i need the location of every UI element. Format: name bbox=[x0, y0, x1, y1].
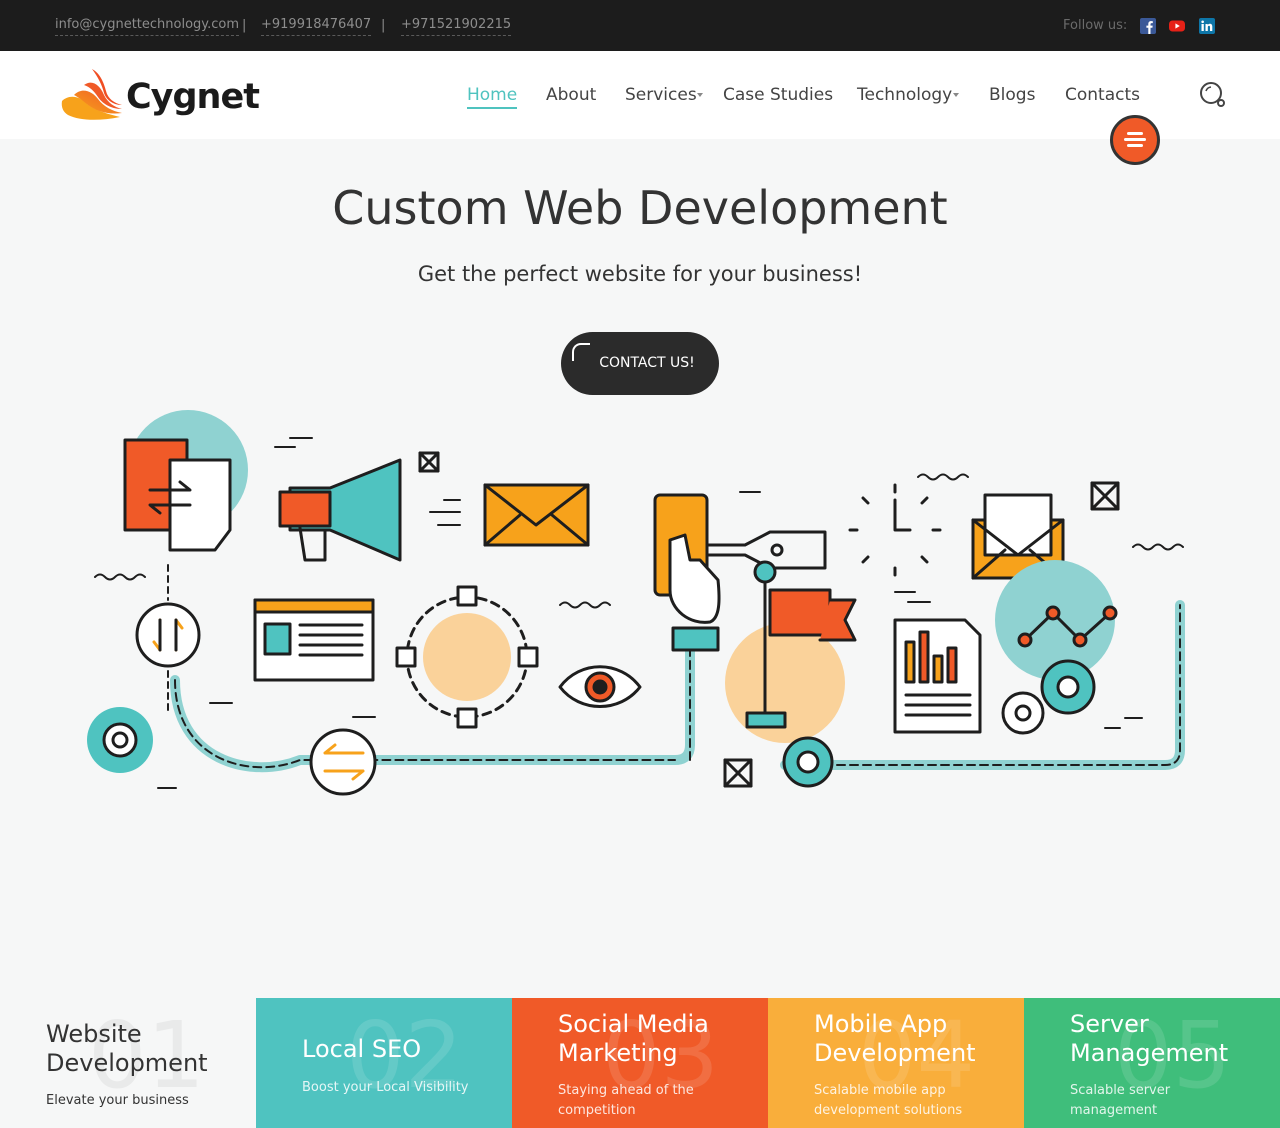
service-title: Local SEO bbox=[302, 1035, 422, 1063]
nav-contacts[interactable]: Contacts bbox=[1065, 84, 1140, 106]
service-subtitle: Scalable mobile app development solution… bbox=[814, 1083, 963, 1118]
nav-blogs[interactable]: Blogs bbox=[989, 84, 1035, 106]
menu-toggle-button[interactable] bbox=[1110, 115, 1160, 165]
chevron-down-icon[interactable] bbox=[697, 93, 703, 97]
separator: | bbox=[242, 18, 247, 33]
service-tile-social-media-marketing[interactable]: 03 Social Media Marketing Staying ahead o… bbox=[512, 998, 768, 1128]
service-tile-mobile-app-development[interactable]: 04 Mobile App Development Scalable mobile… bbox=[768, 998, 1024, 1128]
contact-us-button[interactable]: CONTACT US! bbox=[561, 332, 719, 395]
service-title: Social Media Marketing bbox=[558, 1010, 709, 1067]
service-subtitle: Scalable server management bbox=[1070, 1083, 1171, 1118]
service-subtitle: Elevate your business bbox=[46, 1093, 189, 1108]
phone1-link[interactable]: +919918476407 bbox=[261, 16, 372, 36]
service-tile-local-seo[interactable]: 02 Local SEO Boost your Local Visibility bbox=[256, 998, 512, 1128]
service-title: Mobile App Development bbox=[814, 1010, 976, 1067]
nav-technology[interactable]: Technology bbox=[857, 84, 952, 106]
chevron-down-icon[interactable] bbox=[953, 93, 959, 97]
nav-about[interactable]: About bbox=[546, 84, 596, 106]
separator: | bbox=[381, 18, 386, 33]
service-subtitle: Boost your Local Visibility bbox=[302, 1080, 469, 1095]
hero-title: Custom Web Development bbox=[332, 181, 948, 235]
service-title: Server Management bbox=[1070, 1010, 1229, 1067]
email-link[interactable]: info@cygnettechnology.com bbox=[55, 16, 240, 36]
hero-illustration bbox=[87, 410, 1185, 796]
service-tile-server-management[interactable]: 05 Server Management Scalable server mana… bbox=[1024, 998, 1280, 1128]
facebook-icon[interactable] bbox=[1140, 18, 1156, 34]
linkedin-icon[interactable] bbox=[1199, 18, 1215, 34]
service-title: Website Development bbox=[46, 1020, 208, 1077]
service-tile-website-development[interactable]: 01 Website Development Elevate your busin… bbox=[0, 998, 256, 1128]
nav-services[interactable]: Services bbox=[625, 84, 697, 106]
follow-label: Follow us: bbox=[1063, 18, 1128, 33]
phone2-link[interactable]: +971521902215 bbox=[401, 16, 512, 36]
logo-text[interactable]: Cygnet bbox=[126, 75, 260, 119]
youtube-icon[interactable] bbox=[1169, 18, 1185, 34]
top-bar: info@cygnettechnology.com | +91991847640… bbox=[0, 0, 1280, 51]
nav-home[interactable]: Home bbox=[467, 84, 518, 109]
cygnet-logo-icon[interactable] bbox=[60, 65, 126, 121]
cta-accent-icon bbox=[572, 343, 590, 361]
search-icon[interactable] bbox=[1199, 81, 1227, 109]
nav-case-studies[interactable]: Case Studies bbox=[723, 84, 833, 106]
hero-subtitle: Get the perfect website for your busines… bbox=[417, 262, 863, 286]
service-subtitle: Staying ahead of the competition bbox=[558, 1083, 694, 1118]
site-header: Cygnet Home About Services Case Studies … bbox=[0, 51, 1280, 139]
